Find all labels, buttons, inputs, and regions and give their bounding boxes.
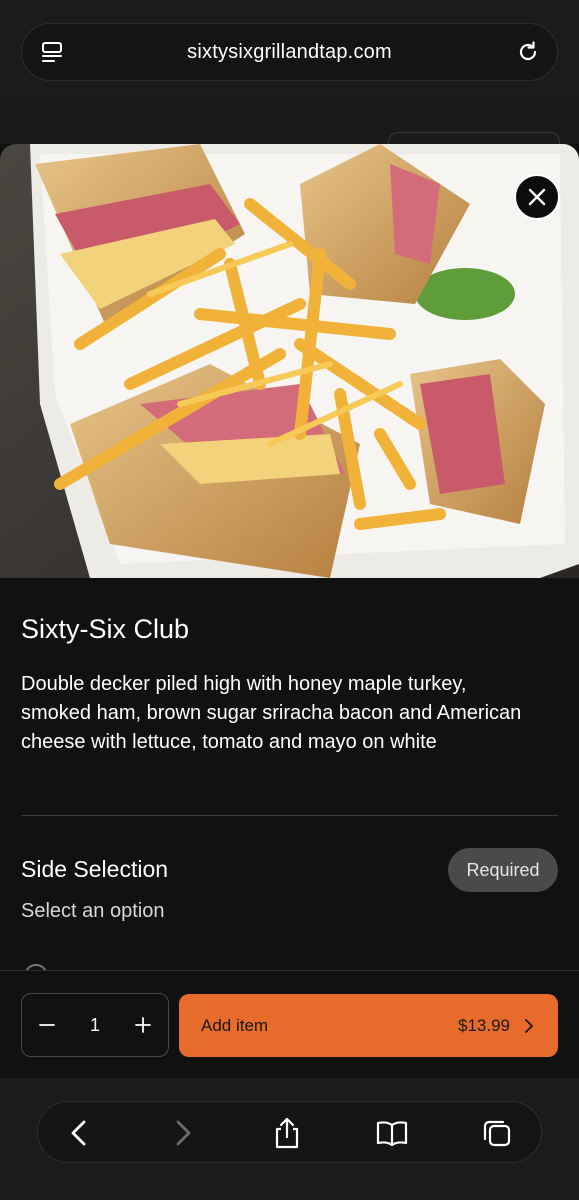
browser-top-bar: sixtysixgrillandtap.com <box>0 0 579 102</box>
decrement-button[interactable] <box>36 1014 58 1036</box>
url-text[interactable]: sixtysixgrillandtap.com <box>187 41 392 64</box>
required-badge: Required <box>448 848 558 892</box>
close-icon <box>528 188 546 206</box>
divider <box>21 815 558 816</box>
item-detail-sheet: Sixty-Six Club Double decker piled high … <box>0 144 579 1078</box>
option-group-subtitle: Select an option <box>21 900 165 922</box>
tabs-icon[interactable] <box>480 1116 514 1150</box>
option-group-title: Side Selection <box>21 856 169 882</box>
item-photo <box>0 144 579 578</box>
page-menu-icon[interactable] <box>40 40 66 66</box>
reload-icon[interactable] <box>515 39 541 65</box>
browser-bottom-bar <box>0 1078 579 1200</box>
bookmarks-icon[interactable] <box>375 1116 409 1150</box>
item-title: Sixty-Six Club <box>21 614 190 644</box>
item-description: Double decker piled high with honey mapl… <box>21 673 522 753</box>
increment-button[interactable] <box>132 1014 154 1036</box>
order-footer: 1 Add item $13.99 <box>0 970 579 1078</box>
close-button[interactable] <box>514 174 560 220</box>
add-item-button[interactable]: Add item $13.99 <box>179 994 558 1057</box>
add-item-price: $13.99 <box>458 1015 510 1035</box>
add-item-label: Add item <box>201 1015 269 1035</box>
back-icon[interactable] <box>62 1116 96 1150</box>
plus-icon <box>135 1017 151 1033</box>
quantity-stepper: 1 <box>21 993 169 1057</box>
chevron-right-icon <box>525 1018 533 1033</box>
quantity-value: 1 <box>89 1014 100 1035</box>
share-icon[interactable] <box>270 1116 304 1150</box>
minus-icon <box>39 1024 55 1026</box>
toolbar-pill <box>37 1101 542 1163</box>
forward-icon[interactable] <box>166 1116 200 1150</box>
address-bar[interactable]: sixtysixgrillandtap.com <box>21 23 558 81</box>
